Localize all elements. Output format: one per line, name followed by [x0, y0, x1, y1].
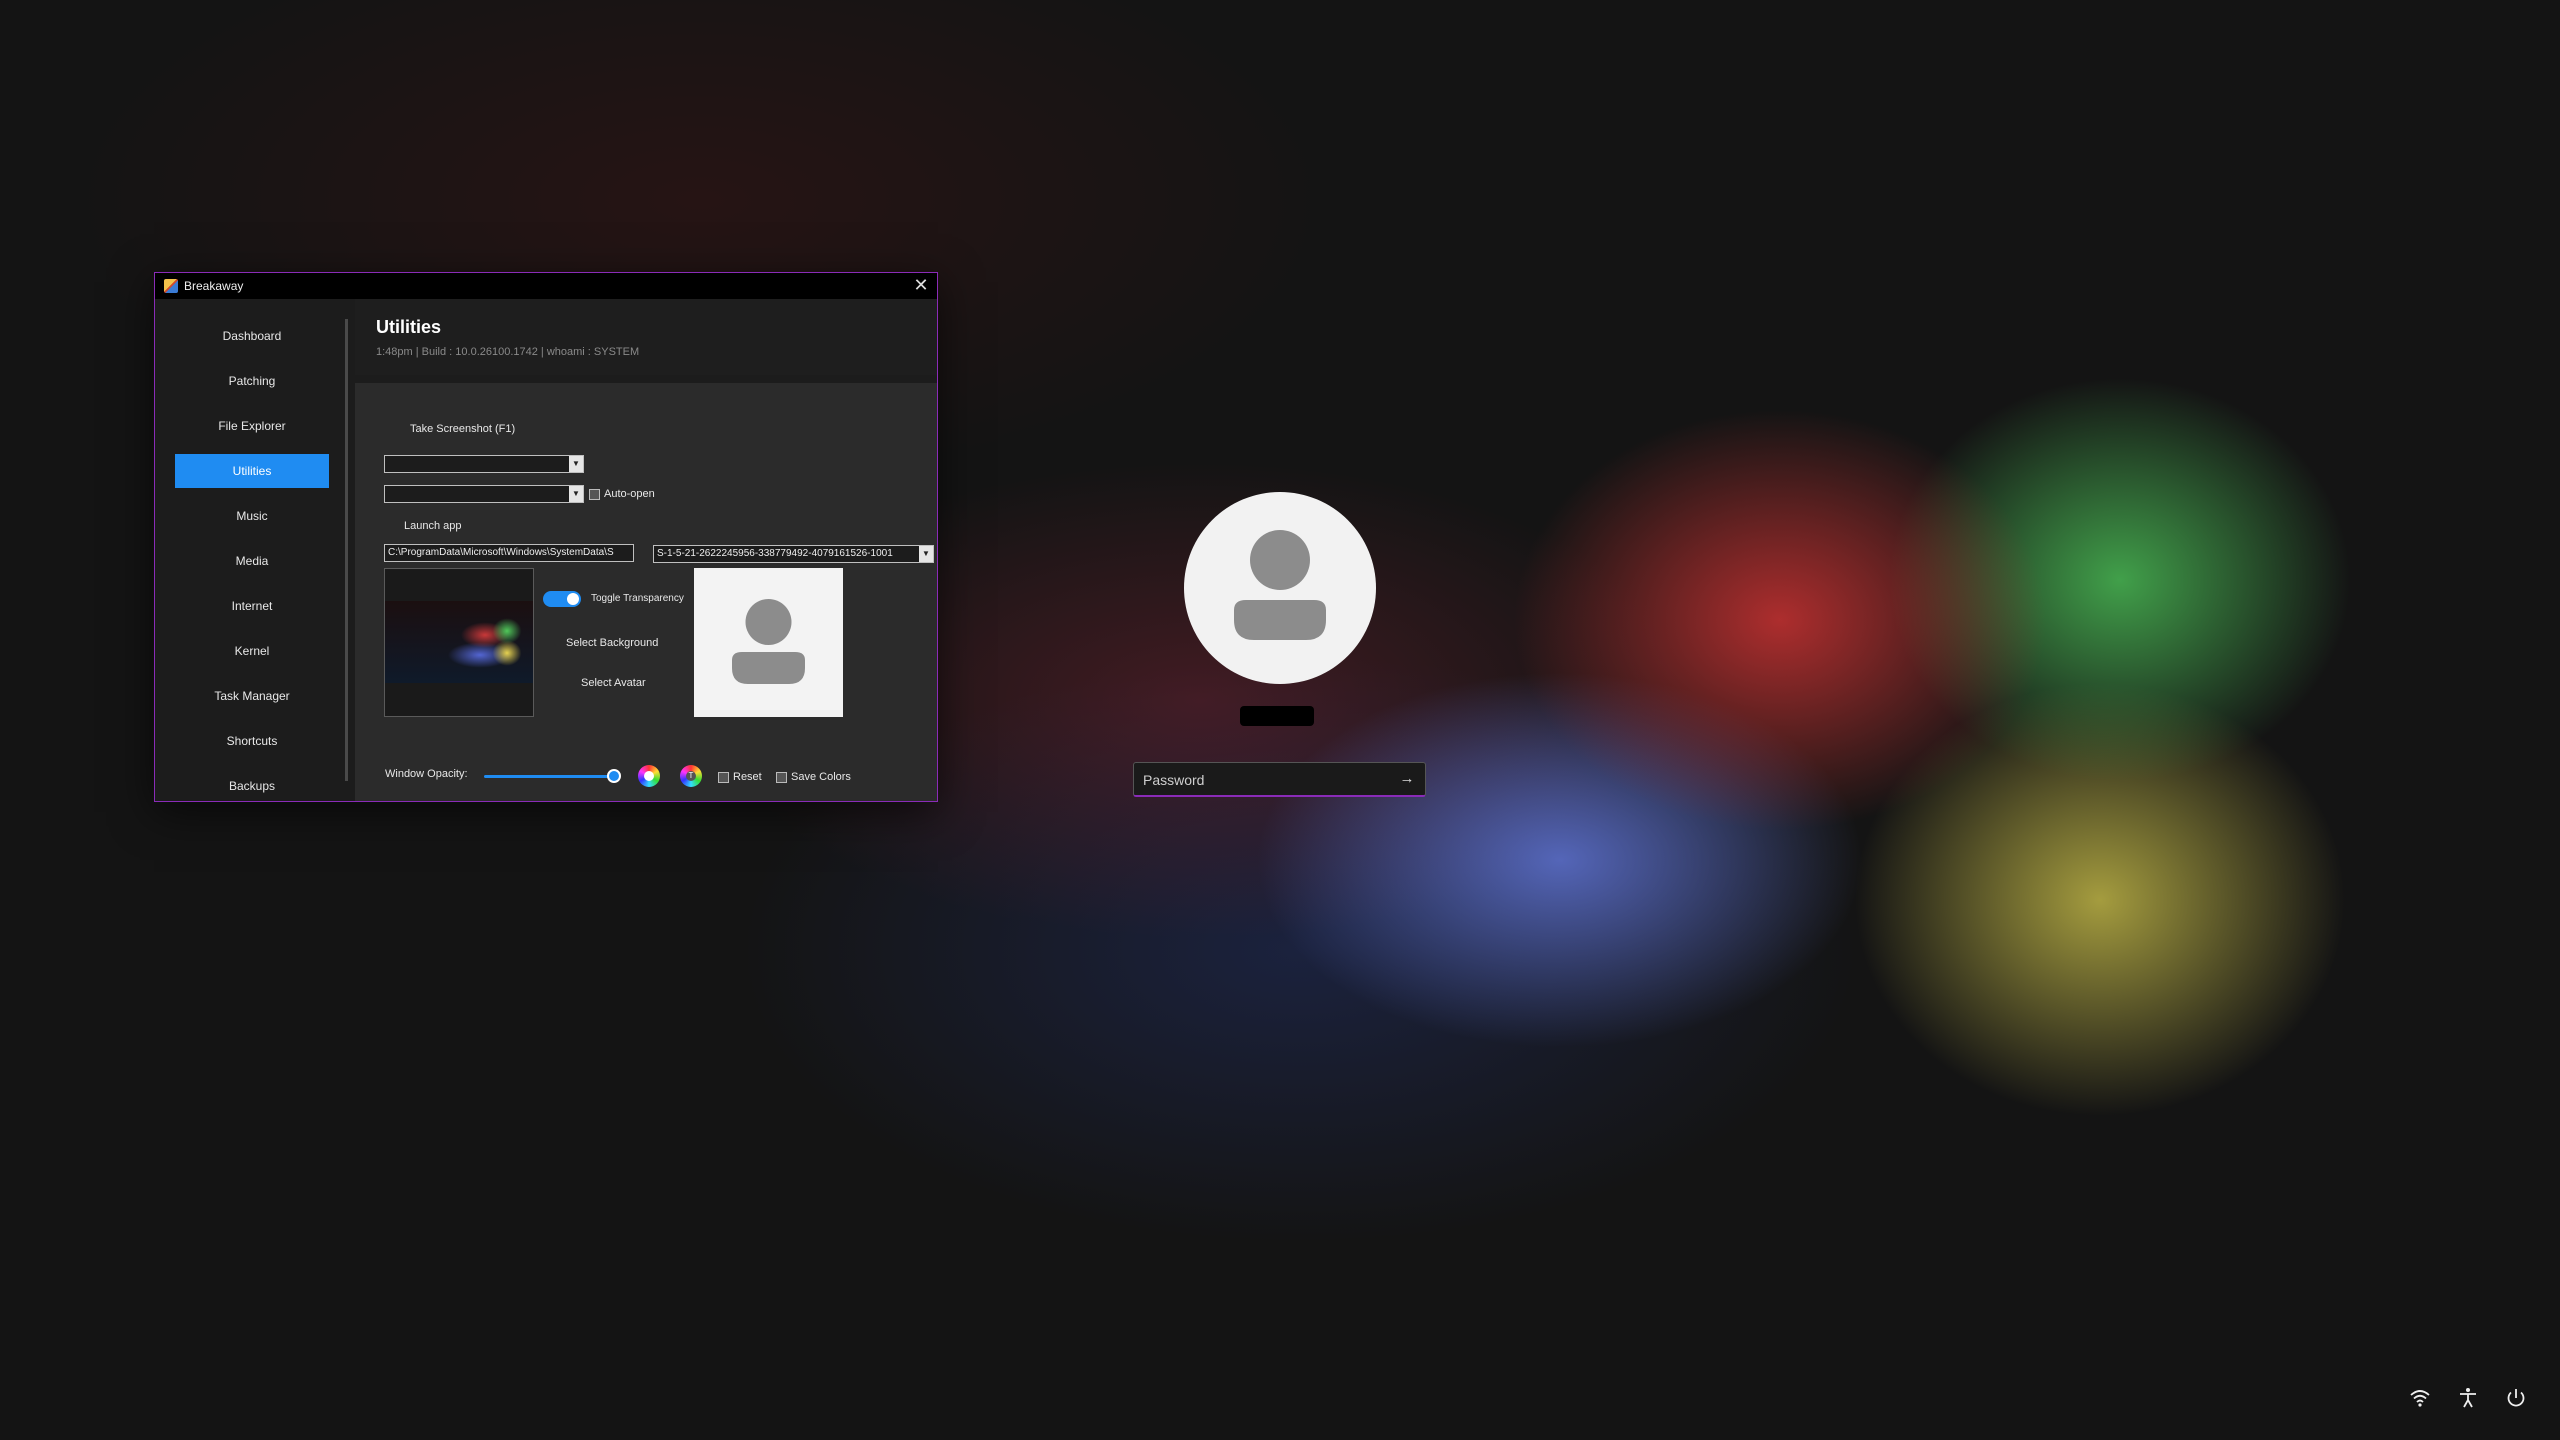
chevron-down-icon: ▼ [569, 486, 583, 502]
page-header [355, 299, 937, 375]
sidebar-scrollbar[interactable] [345, 319, 348, 781]
sidebar-item-file-explorer[interactable]: File Explorer [175, 409, 329, 443]
take-screenshot-button[interactable]: Take Screenshot (F1) [410, 423, 515, 435]
wifi-icon[interactable] [2408, 1386, 2432, 1410]
select-avatar-button[interactable]: Select Avatar [581, 677, 646, 689]
window-title: Breakaway [184, 279, 244, 293]
power-icon[interactable] [2504, 1386, 2528, 1410]
auto-open-label: Auto-open [604, 488, 655, 500]
title-bar[interactable]: Breakaway ✕ [155, 273, 937, 299]
toggle-transparency-label: Toggle Transparency [591, 593, 684, 604]
sidebar-item-backups[interactable]: Backups [175, 769, 329, 803]
color-picker-hub [644, 771, 654, 781]
sidebar-item-shortcuts[interactable]: Shortcuts [175, 724, 329, 758]
windows-wallpaper-thumbnail [385, 601, 533, 683]
launch-app-button[interactable]: Launch app [404, 520, 462, 532]
chevron-down-icon: ▼ [919, 546, 933, 562]
user-avatar [1184, 492, 1376, 684]
toggle-knob [567, 593, 579, 605]
sidebar-item-task-manager[interactable]: Task Manager [175, 679, 329, 713]
password-input[interactable] [1134, 763, 1395, 796]
sidebar: Dashboard Patching File Explorer Utiliti… [155, 299, 345, 801]
reset-checkbox[interactable]: Reset [718, 771, 762, 783]
screenshot-target-dropdown[interactable]: ▼ [384, 455, 584, 473]
redacted-username [1240, 706, 1314, 726]
select-background-button[interactable]: Select Background [566, 637, 658, 649]
accent-color-picker-icon[interactable] [638, 765, 660, 787]
text-color-picker-icon[interactable]: T [680, 765, 702, 787]
path-input[interactable]: C:\ProgramData\Microsoft\Windows\SystemD… [384, 544, 634, 562]
reset-label: Reset [733, 771, 762, 783]
sidebar-item-dashboard[interactable]: Dashboard [175, 319, 329, 353]
checkbox-box [589, 488, 600, 500]
avatar-preview [694, 568, 843, 717]
auto-open-checkbox[interactable]: Auto-open [589, 488, 655, 500]
default-user-icon [732, 599, 805, 684]
sidebar-item-kernel[interactable]: Kernel [175, 634, 329, 668]
close-button[interactable]: ✕ [911, 276, 931, 296]
page-subtitle: 1:48pm | Build : 10.0.26100.1742 | whoam… [376, 346, 640, 358]
checkbox-box [718, 771, 729, 783]
user-sid-value: S-1-5-21-2622245956-338779492-4079161526… [657, 548, 893, 559]
save-colors-checkbox[interactable]: Save Colors [776, 771, 851, 783]
password-field[interactable]: → [1133, 762, 1426, 797]
text-color-glyph: T [686, 771, 696, 781]
window-opacity-label: Window Opacity: [385, 768, 468, 780]
app-icon [164, 279, 178, 293]
user-sid-dropdown[interactable]: S-1-5-21-2622245956-338779492-4079161526… [653, 545, 934, 563]
sidebar-item-media[interactable]: Media [175, 544, 329, 578]
arrow-right-icon[interactable]: → [1397, 769, 1417, 789]
transparency-toggle[interactable] [543, 591, 581, 607]
checkbox-box [776, 771, 787, 783]
sidebar-item-music[interactable]: Music [175, 499, 329, 533]
default-user-icon [1234, 530, 1326, 640]
sidebar-item-patching[interactable]: Patching [175, 364, 329, 398]
chevron-down-icon: ▼ [569, 456, 583, 472]
launch-app-dropdown[interactable]: ▼ [384, 485, 584, 503]
save-colors-label: Save Colors [791, 771, 851, 783]
sidebar-item-utilities[interactable]: Utilities [175, 454, 329, 488]
sidebar-item-internet[interactable]: Internet [175, 589, 329, 623]
opacity-slider-track[interactable] [484, 775, 618, 778]
accessibility-icon[interactable] [2456, 1386, 2480, 1410]
background-preview [384, 568, 534, 717]
opacity-slider-thumb[interactable] [607, 769, 621, 783]
page-title: Utilities [376, 317, 442, 337]
